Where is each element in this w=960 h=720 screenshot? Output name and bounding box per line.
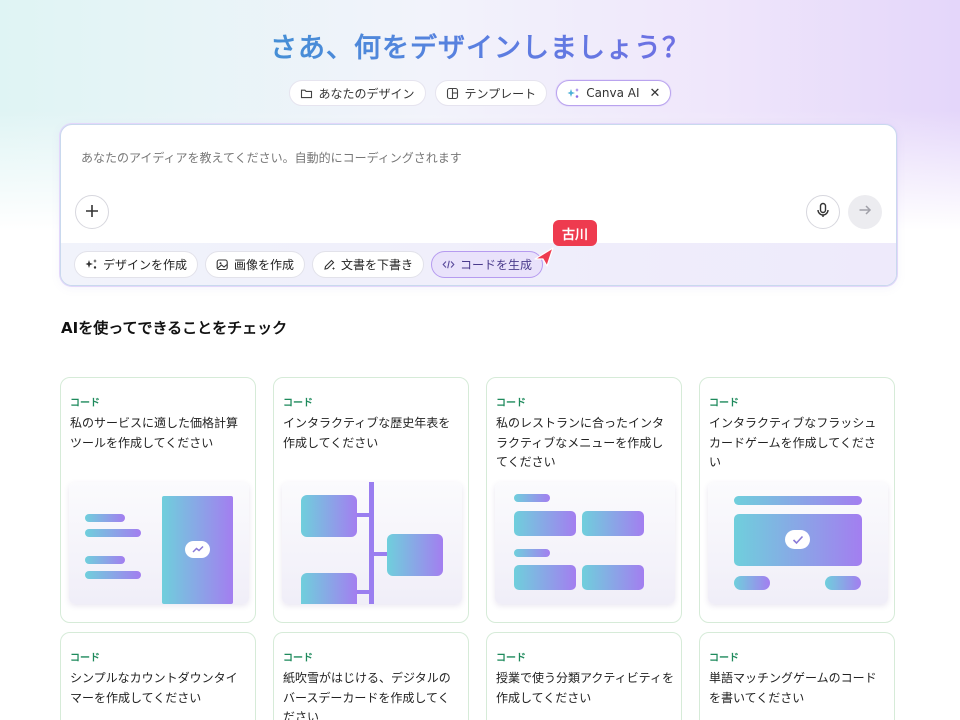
card-description: 紙吹雪がはじける、デジタルのバースデーカードを作成してください xyxy=(283,671,451,720)
page-title: さあ、何をデザインしましょう？ xyxy=(0,26,960,65)
mode-tabs: あなたのデザイン テンプレート Canva AI ✕ xyxy=(0,80,960,106)
template-icon xyxy=(446,87,459,100)
collaborator-cursor-label: 古川 xyxy=(553,220,598,246)
card-tag: コード xyxy=(70,653,100,664)
arrow-right-icon xyxy=(857,202,873,222)
chip-label: コードを生成 xyxy=(460,258,533,272)
chip-draft-document[interactable]: 文書を下書き xyxy=(312,251,425,278)
card-tag: コード xyxy=(496,653,526,664)
prompt-box: あなたのアイディアを教えてください。自動的にコーディングされます デザインを作成… xyxy=(60,124,897,286)
card-description: インタラクティブなフラッシュカードゲームを作成してください xyxy=(709,416,877,469)
tab-label: あなたのデザイン xyxy=(318,86,415,101)
card-tag: コード xyxy=(496,398,526,409)
sparkle-icon xyxy=(85,258,98,271)
idea-card[interactable]: コード インタラクティブなフラッシュカードゲームを作成してください xyxy=(699,377,895,623)
chip-create-image[interactable]: 画像を作成 xyxy=(205,251,306,278)
card-description: シンプルなカウントダウンタイマーを作成してください xyxy=(70,671,238,705)
card-tag: コード xyxy=(283,653,313,664)
tab-templates[interactable]: テンプレート xyxy=(434,80,548,106)
idea-card[interactable]: コード 紙吹雪がはじける、デジタルのバースデーカードを作成してください xyxy=(273,632,469,720)
idea-card[interactable]: コード シンプルなカウントダウンタイマーを作成してください xyxy=(60,632,256,720)
code-icon xyxy=(442,258,455,271)
card-description: 単語マッチングゲームのコードを書いてください xyxy=(709,671,877,705)
card-thumbnail xyxy=(708,482,888,604)
plus-icon xyxy=(84,200,100,224)
card-tag: コード xyxy=(283,398,313,409)
collaborator-cursor-icon xyxy=(534,247,554,267)
card-tag: コード xyxy=(709,398,739,409)
card-description: インタラクティブな歴史年表を作成してください xyxy=(283,416,451,450)
pen-icon xyxy=(323,258,336,271)
card-thumbnail xyxy=(69,482,249,604)
idea-card[interactable]: コード 私のサービスに適した価格計算ツールを作成してください xyxy=(60,377,256,623)
idea-card[interactable]: コード 私のレストランに合ったインタラクティブなメニューを作成してください xyxy=(486,377,682,623)
close-icon[interactable]: ✕ xyxy=(650,86,661,101)
microphone-icon xyxy=(815,202,831,222)
add-button[interactable] xyxy=(75,195,109,229)
card-description: 授業で使う分類アクティビティを作成してください xyxy=(496,671,674,705)
chip-label: 文書を下書き xyxy=(341,258,414,272)
card-description: 私のサービスに適した価格計算ツールを作成してください xyxy=(70,416,239,450)
chip-create-design[interactable]: デザインを作成 xyxy=(74,251,199,278)
tab-label: テンプレート xyxy=(464,86,537,101)
card-tag: コード xyxy=(709,653,739,664)
idea-card[interactable]: コード 単語マッチングゲームのコードを書いてください xyxy=(699,632,895,720)
card-thumbnail xyxy=(282,482,462,604)
sparkle-icon xyxy=(567,87,580,100)
card-description: 私のレストランに合ったインタラクティブなメニューを作成してください xyxy=(496,416,665,469)
microphone-button[interactable] xyxy=(806,195,840,229)
tab-canva-ai[interactable]: Canva AI ✕ xyxy=(556,80,672,106)
card-thumbnail xyxy=(495,482,675,604)
quick-action-chips: デザインを作成 画像を作成 文書を下書き コードを生成 xyxy=(74,251,544,278)
folder-icon xyxy=(300,87,313,100)
tab-your-designs[interactable]: あなたのデザイン xyxy=(288,80,426,106)
chip-generate-code[interactable]: コードを生成 xyxy=(431,251,544,278)
prompt-input[interactable]: あなたのアイディアを教えてください。自動的にコーディングされます xyxy=(81,149,462,166)
card-tag: コード xyxy=(70,398,100,409)
tab-label: Canva AI xyxy=(586,86,640,100)
check-icon xyxy=(785,530,810,549)
image-sparkle-icon xyxy=(216,258,229,271)
send-button[interactable] xyxy=(848,195,882,229)
idea-card[interactable]: コード 授業で使う分類アクティビティを作成してください xyxy=(486,632,682,720)
section-title: AIを使ってできることをチェック xyxy=(61,319,288,337)
trend-icon xyxy=(185,541,210,558)
idea-card[interactable]: コード インタラクティブな歴史年表を作成してください xyxy=(273,377,469,623)
chip-label: デザインを作成 xyxy=(103,258,188,272)
chip-label: 画像を作成 xyxy=(234,258,295,272)
